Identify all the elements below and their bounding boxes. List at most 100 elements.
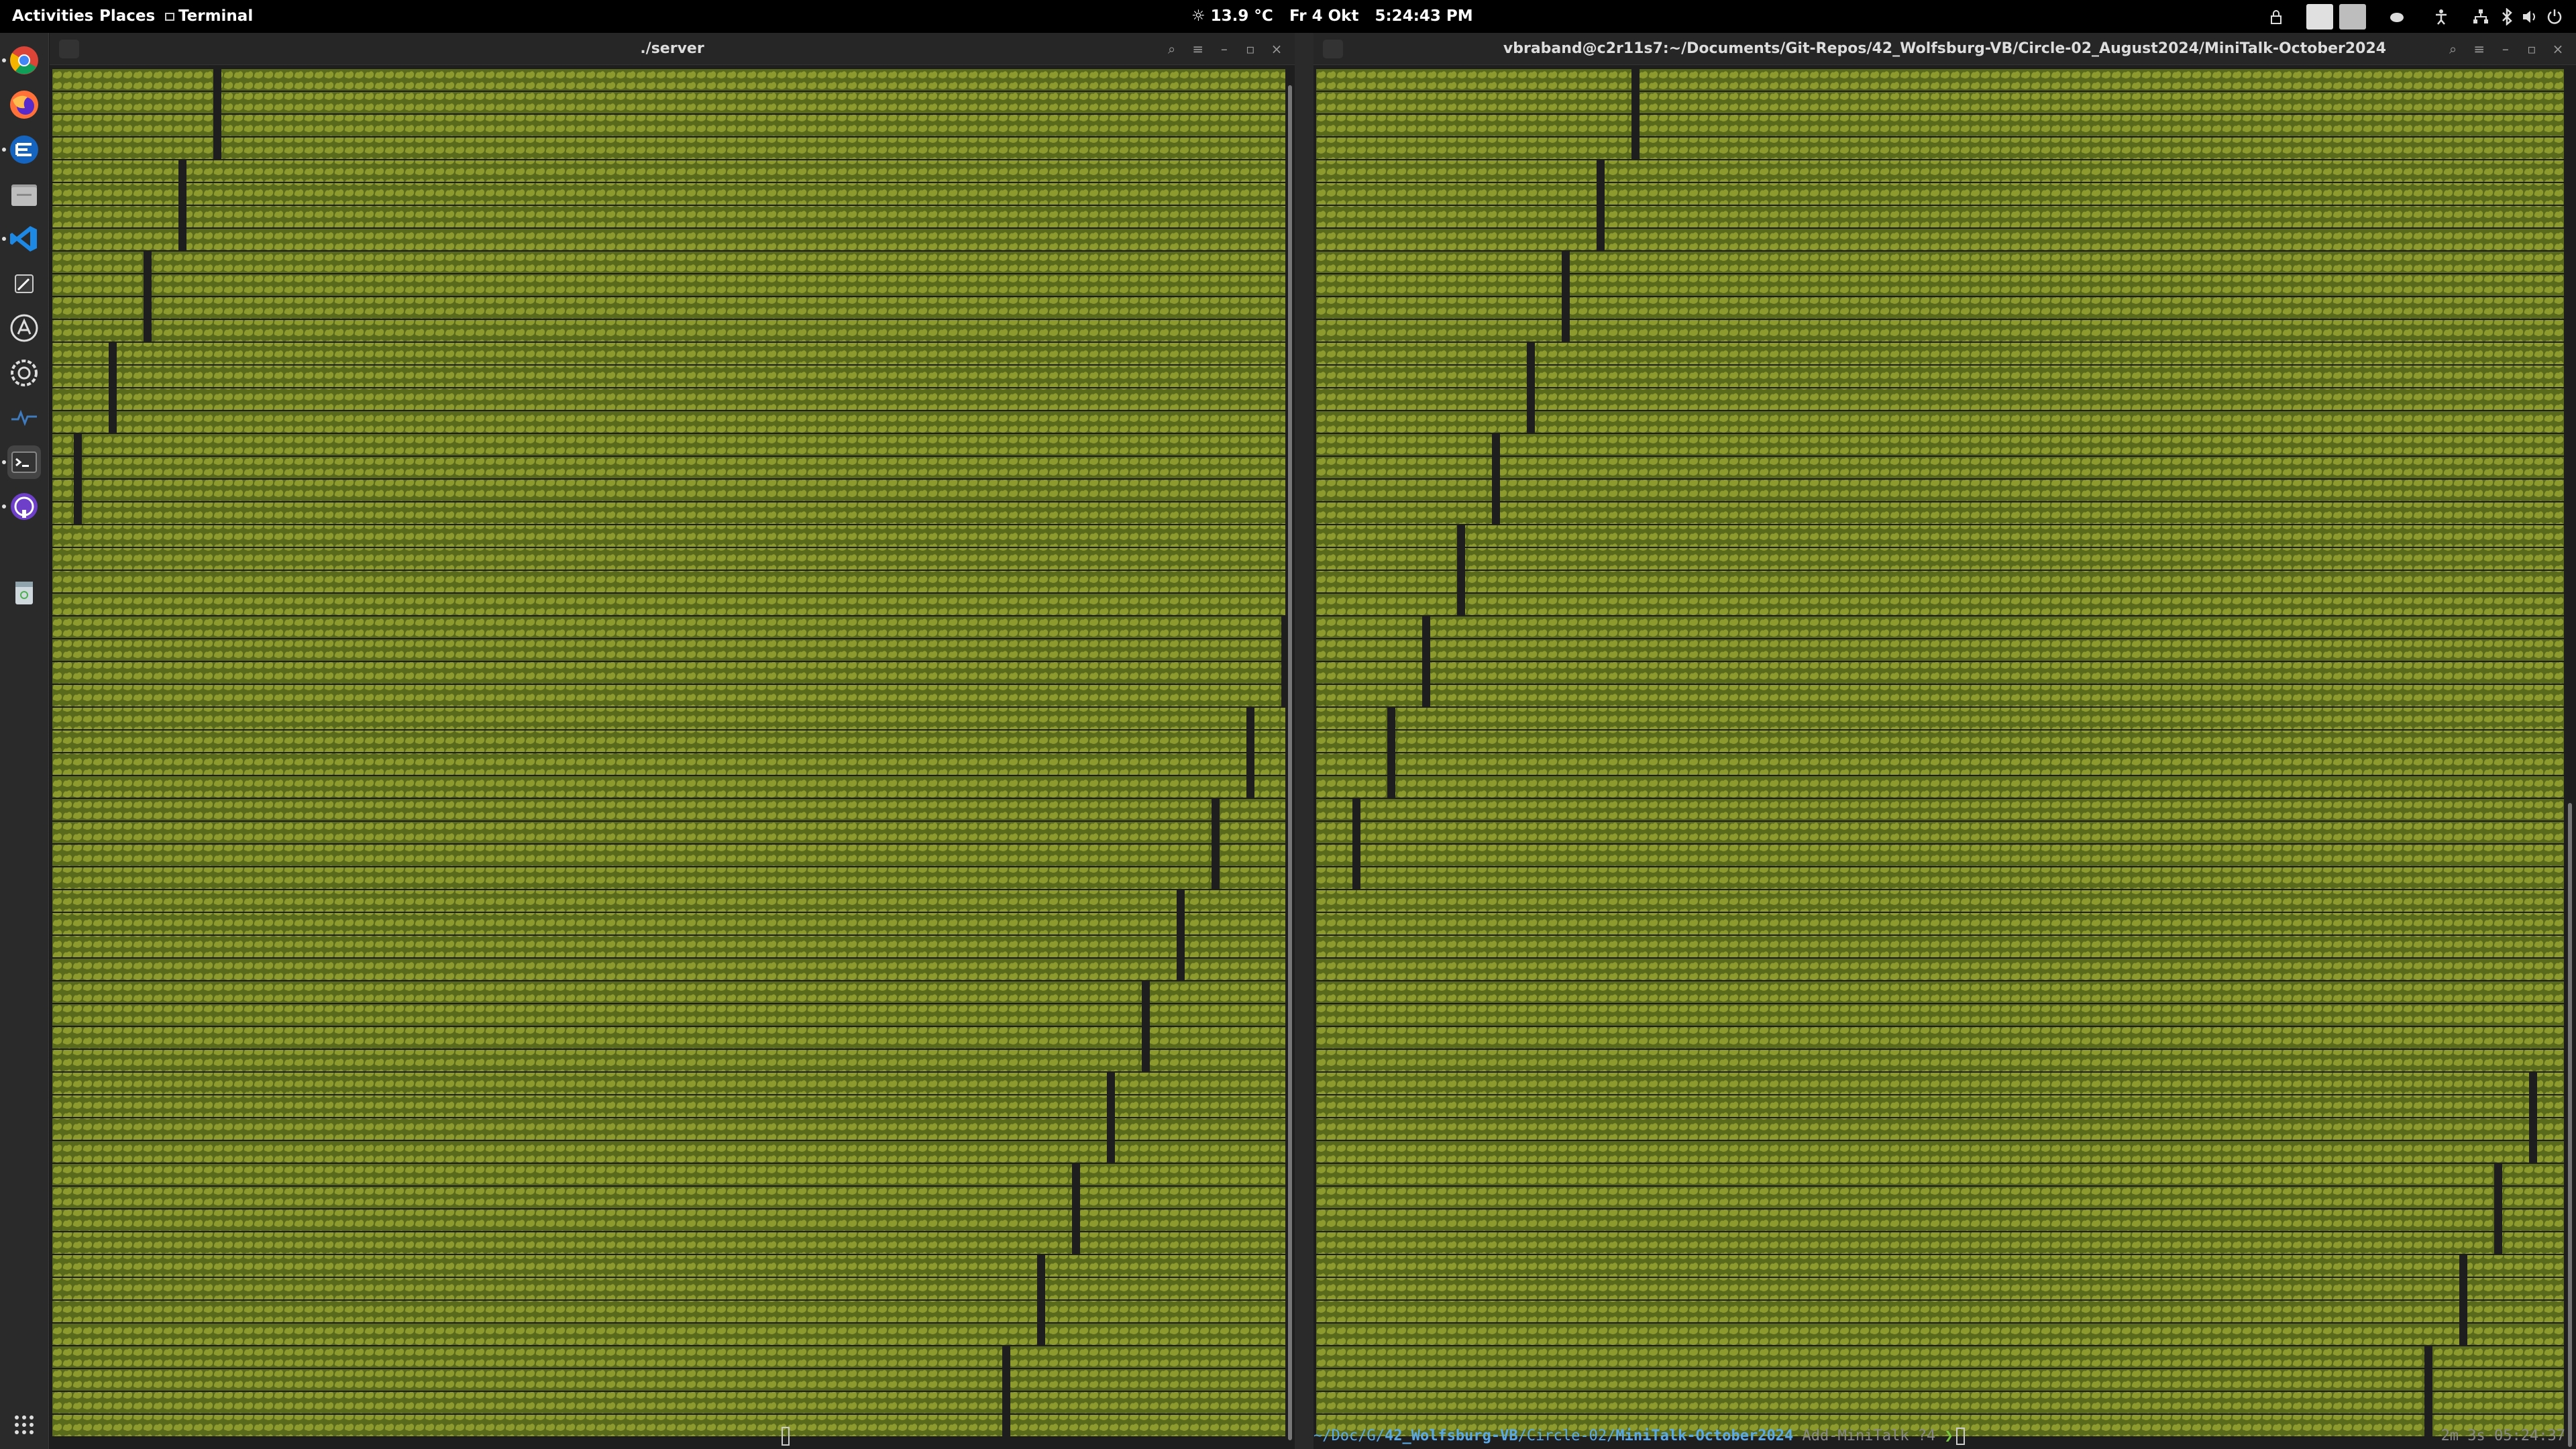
terminal-icon[interactable]: [7, 445, 41, 479]
search-icon[interactable]: ⌕: [2442, 33, 2465, 65]
right-terminal-window[interactable]: vbraband@c2r11s7:~/Documents/Git-Repos/4…: [1313, 33, 2576, 1449]
chrome-icon[interactable]: [7, 44, 41, 77]
terminal-small-icon: [165, 12, 174, 21]
output-line-break: [144, 297, 152, 320]
output-line-break: [1387, 731, 1395, 753]
vscode-icon[interactable]: [7, 222, 41, 256]
places-menu[interactable]: Places: [99, 0, 155, 33]
settings-icon[interactable]: [7, 356, 41, 390]
output-line-break: [109, 343, 117, 366]
close-button[interactable]: ×: [1265, 33, 1288, 65]
output-line-break: [1457, 571, 1465, 594]
output-line: [52, 434, 1295, 455]
show-apps-icon[interactable]: [7, 1408, 41, 1442]
output-line: [1316, 571, 2564, 592]
output-line: [52, 480, 1295, 501]
prompt-path-prefix: ~/Doc/G/: [1313, 1428, 1385, 1444]
output-line-break: [1002, 1415, 1010, 1438]
output-line-break: [178, 183, 186, 206]
output-line: [52, 1027, 1295, 1049]
output-line: [52, 1369, 1295, 1391]
system-monitor-icon[interactable]: [7, 400, 41, 434]
output-line: [52, 1232, 1295, 1254]
workspace-indicator-2[interactable]: [2339, 4, 2366, 30]
output-line: [52, 571, 1295, 592]
output-line: [1316, 981, 2564, 1003]
output-line: [52, 1187, 1295, 1208]
output-line-break: [1492, 480, 1500, 502]
output-line: [52, 822, 1295, 843]
volume-icon[interactable]: [2521, 8, 2538, 25]
app-menu-terminal[interactable]: Terminal: [165, 0, 253, 33]
maximize-button[interactable]: ▫: [1239, 33, 1262, 65]
files-icon[interactable]: [7, 178, 41, 211]
minimize-button[interactable]: –: [1213, 33, 1236, 65]
output-line: [1316, 388, 2564, 410]
output-line-break: [1387, 753, 1395, 776]
left-titlebar[interactable]: ./server ⌕ ≡ – ▫ ×: [50, 33, 1295, 65]
output-line-break: [1246, 753, 1254, 776]
github-desktop-icon[interactable]: [7, 490, 41, 523]
running-indicator: [2, 148, 6, 152]
output-line-break: [1457, 548, 1465, 571]
close-button[interactable]: ×: [2546, 33, 2569, 65]
accessibility-icon[interactable]: [2432, 8, 2450, 25]
output-line-break: [144, 274, 152, 297]
output-line-break: [1107, 1141, 1115, 1164]
output-line: [1316, 639, 2564, 661]
output-line: [52, 616, 1295, 638]
output-line-break: [1037, 1301, 1045, 1324]
output-line: [52, 1415, 1295, 1436]
output-line: [1316, 457, 2564, 478]
lock-icon[interactable]: [2267, 8, 2285, 25]
power-icon[interactable]: [2546, 8, 2563, 25]
output-line: [1316, 366, 2564, 387]
cursor-editor-icon[interactable]: [7, 133, 41, 166]
network-icon[interactable]: [2472, 8, 2489, 25]
activities-button[interactable]: Activities: [12, 0, 93, 33]
output-line: [1316, 867, 2564, 889]
firefox-icon[interactable]: [7, 88, 41, 121]
maximize-button[interactable]: ▫: [2520, 33, 2543, 65]
bluetooth-off-icon[interactable]: [2498, 8, 2516, 25]
prompt-repo: 42_Wolfsburg-VB: [1384, 1428, 1518, 1444]
output-line: [1316, 1118, 2564, 1140]
output-line: [52, 594, 1295, 615]
output-line: [1316, 297, 2564, 319]
menu-icon[interactable]: ≡: [1187, 33, 1210, 65]
weather-label: 13.9 °C: [1210, 7, 1273, 25]
scrollbar[interactable]: [1285, 65, 1295, 1449]
text-editor-icon[interactable]: [7, 267, 41, 301]
clock[interactable]: Fr 4 Okt 5:24:43 PM: [1289, 0, 1473, 33]
output-line: [52, 1255, 1295, 1277]
window-title: vbraband@c2r11s7:~/Documents/Git-Repos/4…: [1503, 40, 2387, 57]
output-line-break: [2529, 1073, 2537, 1095]
output-line-break: [2459, 1301, 2467, 1324]
output-line-break: [1177, 890, 1185, 913]
search-icon[interactable]: ⌕: [1161, 33, 1183, 65]
output-line-break: [2424, 1369, 2432, 1392]
output-line-break: [2459, 1255, 2467, 1278]
cloud-icon[interactable]: [2388, 8, 2406, 25]
output-line: [1316, 731, 2564, 752]
output-line-break: [144, 252, 152, 274]
trash-icon[interactable]: [7, 575, 41, 608]
output-line-break: [109, 366, 117, 388]
minimize-button[interactable]: –: [2494, 33, 2517, 65]
output-line: [1316, 890, 2564, 912]
prompt-cursor[interactable]: [1955, 1428, 1965, 1445]
scrollbar[interactable]: [2565, 65, 2575, 1449]
output-line: [52, 229, 1295, 250]
output-line-break: [1387, 708, 1395, 731]
menu-icon[interactable]: ≡: [2468, 33, 2491, 65]
scroll-thumb[interactable]: [2568, 803, 2572, 1447]
workspace-indicator-1[interactable]: [2306, 4, 2333, 30]
right-titlebar[interactable]: vbraband@c2r11s7:~/Documents/Git-Repos/4…: [1313, 33, 2576, 65]
output-line-break: [144, 320, 152, 343]
weather-indicator[interactable]: ☼ 13.9 °C: [1191, 0, 1273, 33]
output-line-break: [1387, 776, 1395, 799]
app-center-icon[interactable]: [7, 311, 41, 345]
scroll-thumb[interactable]: [1288, 85, 1292, 1440]
output-line: [52, 411, 1295, 433]
left-terminal-window[interactable]: ./server ⌕ ≡ – ▫ ×: [50, 33, 1295, 1449]
